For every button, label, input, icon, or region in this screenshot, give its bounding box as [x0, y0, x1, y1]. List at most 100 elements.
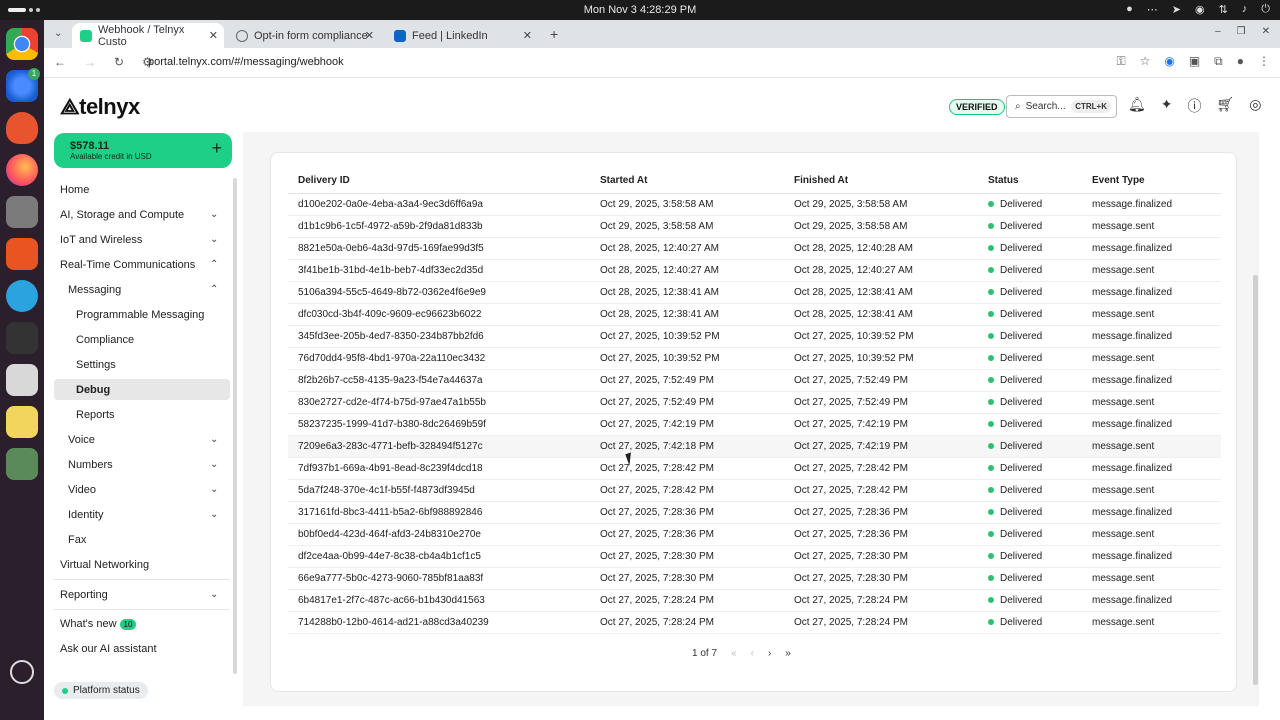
- sidebar-item-ask-ai[interactable]: Ask our AI assistant: [60, 643, 157, 655]
- table-row[interactable]: d1b1c9b6-1c5f-4972-a59b-2f9da81d833b Oct …: [288, 215, 1221, 238]
- table-row[interactable]: 66e9a777-5b0c-4273-9060-785bf81aa83f Oct …: [288, 567, 1221, 590]
- sidebar-item-ai-storage[interactable]: AI, Storage and Compute ⌄: [60, 209, 230, 221]
- brave-app-icon[interactable]: [6, 112, 38, 144]
- sidebar-item-rtc[interactable]: Real-Time Communications ⌃: [60, 259, 230, 271]
- sidebar-item-messaging[interactable]: Messaging ⌃: [68, 284, 230, 296]
- table-row[interactable]: 3f41be1b-31bd-4e1b-beb7-4df33ec2d35d Oct …: [288, 259, 1221, 282]
- table-row[interactable]: 76d70dd4-95f8-4bd1-970a-22a110ec3432 Oct …: [288, 347, 1221, 370]
- screenshot-app-icon[interactable]: [6, 364, 38, 396]
- terminal-app-icon[interactable]: [6, 322, 38, 354]
- more-icon[interactable]: ⋯: [1147, 3, 1158, 16]
- sidebar-scrollbar[interactable]: [233, 178, 237, 674]
- record-icon[interactable]: ●: [1126, 3, 1133, 16]
- extension-icon[interactable]: ▣: [1189, 54, 1200, 69]
- table-row[interactable]: 317161fd-8bc3-4411-b5a2-6bf988892846 Oct …: [288, 501, 1221, 524]
- column-header-finished-at[interactable]: Finished At: [784, 169, 978, 194]
- extension-icon[interactable]: ◉: [1164, 54, 1174, 69]
- power-icon[interactable]: ⏻: [1261, 3, 1270, 16]
- sidebar-item-iot[interactable]: IoT and Wireless ⌄: [60, 234, 230, 246]
- table-row[interactable]: dfc030cd-3b4f-409c-9609-ec96623b6022 Oct …: [288, 303, 1221, 326]
- menu-kebab-icon[interactable]: ⋮: [1258, 54, 1270, 69]
- chrome-alt-app-icon[interactable]: 1: [6, 68, 40, 102]
- table-row[interactable]: 5106a394-55c5-4649-8b72-0362e4f6e9e9 Oct …: [288, 281, 1221, 304]
- tab-list-chevron-icon[interactable]: ⌄: [54, 28, 62, 39]
- sidebar-item-compliance[interactable]: Compliance: [76, 334, 134, 346]
- sidebar-item-fax[interactable]: Fax: [68, 534, 86, 546]
- key-icon[interactable]: ⚿: [1116, 54, 1125, 69]
- table-row[interactable]: b0bf0ed4-423d-464f-afd3-24b8310e270e Oct …: [288, 523, 1221, 546]
- previous-page-icon[interactable]: ‹: [751, 648, 754, 659]
- volume-icon[interactable]: ♪: [1242, 3, 1248, 16]
- column-header-status[interactable]: Status: [978, 169, 1082, 194]
- url-field[interactable]: portal.telnyx.com/#/messaging/webhook: [148, 56, 344, 68]
- platform-status-button[interactable]: Platform status: [54, 682, 148, 699]
- sidebar-item-home[interactable]: Home: [60, 184, 89, 196]
- next-page-icon[interactable]: ›: [768, 648, 771, 659]
- sidebar-item-video[interactable]: Video ⌄: [68, 484, 230, 496]
- close-tab-icon[interactable]: ✕: [209, 29, 218, 42]
- sidebar-item-identity[interactable]: Identity ⌄: [68, 509, 230, 521]
- tab-opt-in[interactable]: Opt-in form compliance ✕: [228, 23, 380, 48]
- close-tab-icon[interactable]: ✕: [523, 29, 532, 42]
- back-icon[interactable]: ←: [54, 55, 66, 69]
- reload-icon[interactable]: ↻: [114, 55, 124, 69]
- close-tab-icon[interactable]: ✕: [365, 29, 374, 42]
- bell-icon[interactable]: 🔔︎: [1128, 96, 1146, 116]
- sidebar-item-voice[interactable]: Voice ⌄: [68, 434, 230, 446]
- table-row[interactable]: 7209e6a3-283c-4771-befb-328494f5127c Oct …: [288, 435, 1221, 458]
- show-apps-icon[interactable]: [10, 660, 34, 684]
- files-app-icon[interactable]: [6, 196, 38, 228]
- table-row[interactable]: 7df937b1-669a-4b91-8ead-8c239f4dcd18 Oct …: [288, 457, 1221, 480]
- table-row[interactable]: 8f2b26b7-cc58-4135-9a23-f54e7a44637a Oct …: [288, 369, 1221, 392]
- sidebar-item-whats-new[interactable]: What's new 10: [60, 618, 137, 630]
- sidebar-item-reports[interactable]: Reports: [76, 409, 115, 421]
- table-row[interactable]: df2ce4aa-0b99-44e7-8c38-cb4a4b1cf1c5 Oct …: [288, 545, 1221, 568]
- chrome-app-icon[interactable]: [6, 28, 38, 60]
- sidebar-item-settings[interactable]: Settings: [76, 359, 116, 371]
- table-row[interactable]: 6b4817e1-2f7c-487c-ac66-b1b430d41563 Oct …: [288, 589, 1221, 612]
- column-header-event-type[interactable]: Event Type: [1082, 169, 1221, 194]
- bookmark-star-icon[interactable]: ☆: [1140, 54, 1151, 69]
- tab-webhook[interactable]: Webhook / Telnyx Custo ✕: [72, 23, 224, 48]
- text-editor-app-icon[interactable]: [6, 406, 38, 438]
- cart-icon[interactable]: 🛒︎: [1217, 96, 1235, 116]
- forward-icon[interactable]: →: [84, 55, 96, 69]
- telegram-app-icon[interactable]: [6, 280, 38, 312]
- search-button[interactable]: ⌕ Search... CTRL+K: [1006, 95, 1117, 118]
- last-page-icon[interactable]: »: [785, 648, 791, 659]
- firefox-app-icon[interactable]: [6, 154, 38, 186]
- table-row[interactable]: 5da7f248-370e-4c1f-b55f-f4873df3945d Oct …: [288, 479, 1221, 502]
- help-icon[interactable]: ⓘ: [1188, 96, 1202, 116]
- sidebar-item-debug[interactable]: Debug: [54, 379, 230, 400]
- profile-avatar[interactable]: ●: [1237, 54, 1244, 69]
- network-icon[interactable]: ⇅: [1219, 3, 1228, 16]
- table-row[interactable]: d100e202-0a0e-4eba-a3a4-9ec3d6ff6a9a Oct …: [288, 193, 1221, 216]
- extensions-puzzle-icon[interactable]: ⧉: [1214, 54, 1223, 69]
- close-window-icon[interactable]: ✕: [1262, 26, 1270, 37]
- table-row[interactable]: 8821e50a-0eb6-4a3d-97d5-169fae99d3f5 Oct …: [288, 237, 1221, 260]
- credit-card[interactable]: $578.11 Available credit in USD +: [54, 133, 232, 168]
- system-tray[interactable]: ● ⋯ ➤ ◉ ⇅ ♪ ⏻: [1126, 3, 1270, 16]
- app-center-icon[interactable]: [6, 238, 38, 270]
- account-icon[interactable]: ◎: [1249, 96, 1261, 116]
- restore-icon[interactable]: ❐: [1237, 26, 1246, 37]
- column-header-started-at[interactable]: Started At: [590, 169, 784, 194]
- telnyx-logo[interactable]: ⟁telnyx: [60, 94, 140, 120]
- new-tab-icon[interactable]: +: [550, 26, 558, 42]
- add-credit-icon[interactable]: +: [211, 138, 222, 159]
- table-row[interactable]: 58237235-1999-41d7-b380-8dc26469b59f Oct …: [288, 413, 1221, 436]
- table-row[interactable]: 830e2727-cd2e-4f74-b75d-97ae47a1b55b Oct …: [288, 391, 1221, 414]
- sidebar-item-programmable-messaging[interactable]: Programmable Messaging: [76, 309, 204, 321]
- sidebar-item-numbers[interactable]: Numbers ⌄: [68, 459, 230, 471]
- chrome-tray-icon[interactable]: ◉: [1195, 3, 1205, 16]
- first-page-icon[interactable]: «: [731, 648, 737, 659]
- sidebar-item-virtual-networking[interactable]: Virtual Networking: [60, 559, 149, 571]
- page-scrollbar[interactable]: [1253, 275, 1258, 685]
- trash-app-icon[interactable]: [6, 448, 38, 480]
- sidebar-item-reporting[interactable]: Reporting ⌄: [60, 589, 230, 601]
- tab-linkedin[interactable]: Feed | LinkedIn ✕: [386, 23, 538, 48]
- table-row[interactable]: 714288b0-12b0-4614-ad21-a88cd3a40239 Oct …: [288, 611, 1221, 634]
- telegram-tray-icon[interactable]: ➤: [1172, 3, 1181, 16]
- sparkle-icon[interactable]: ✦: [1161, 96, 1173, 116]
- column-header-delivery-id[interactable]: Delivery ID: [288, 169, 590, 194]
